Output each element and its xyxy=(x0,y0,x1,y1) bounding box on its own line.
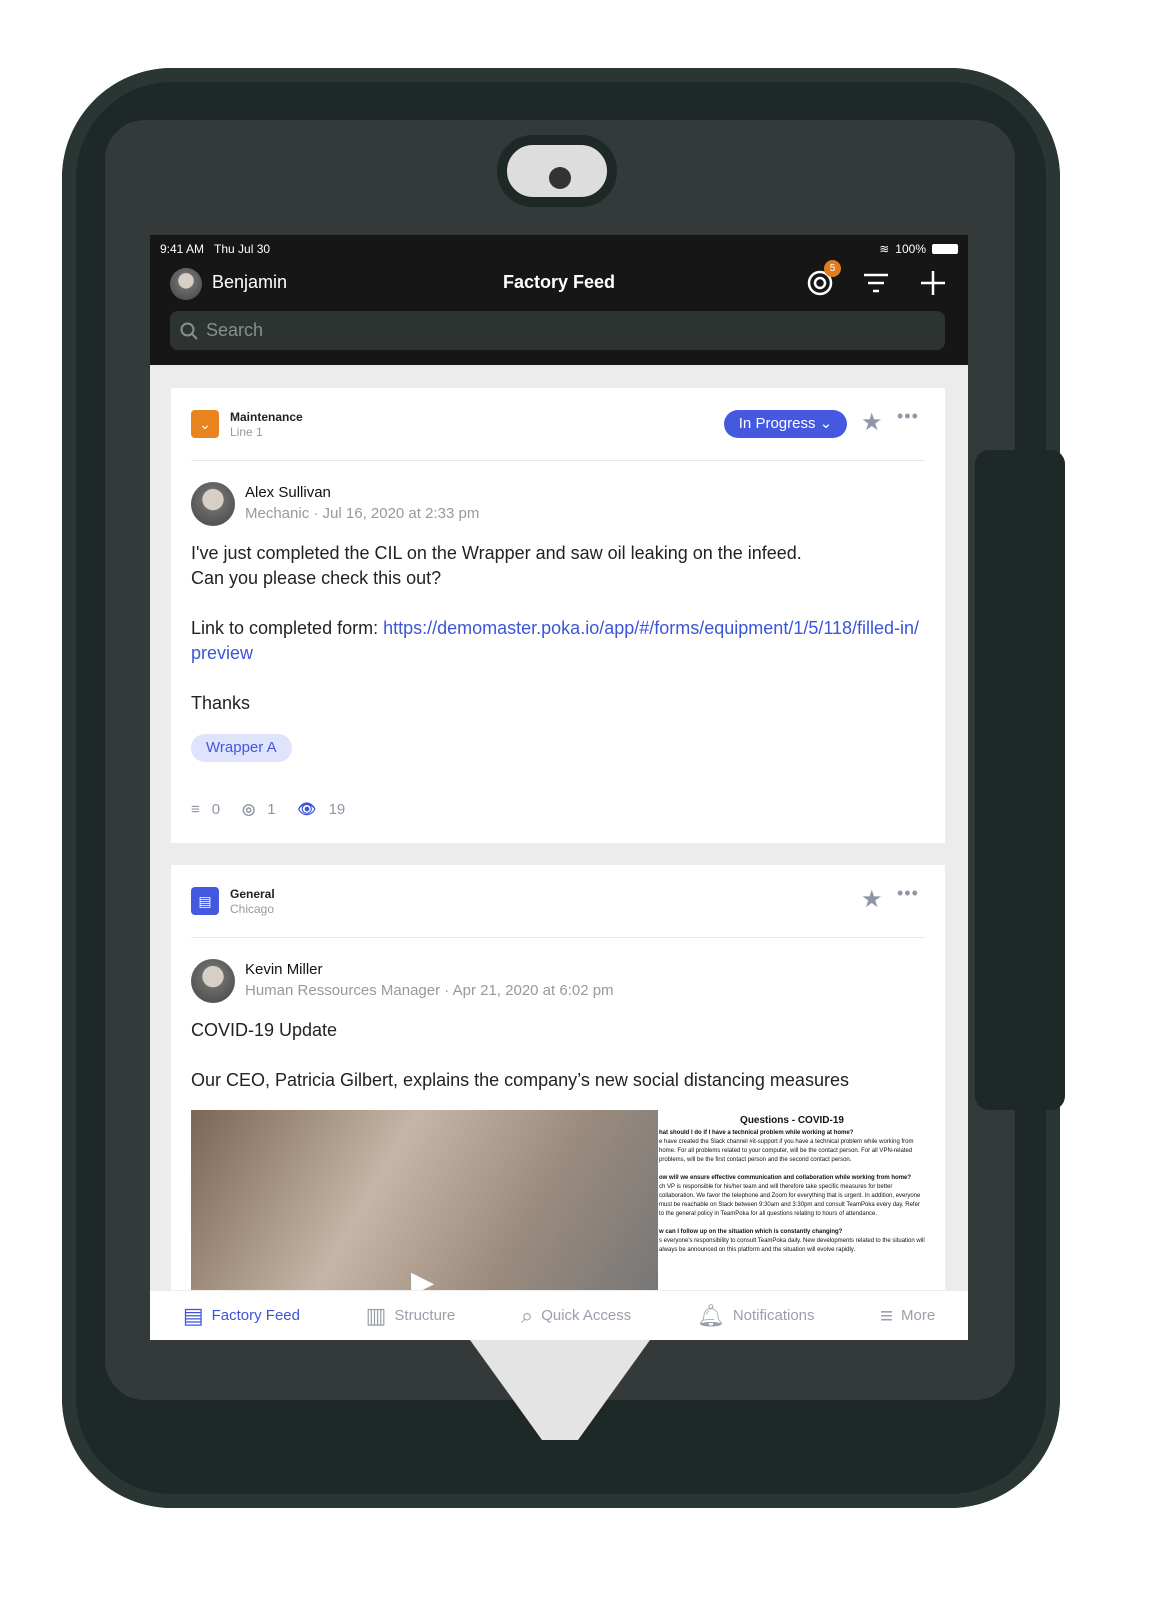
post-line: I've just completed the CIL on the Wrapp… xyxy=(191,543,802,563)
mentions-stat[interactable]: ◎ 1 xyxy=(242,800,276,819)
status-bar: 9:41 AM Thu Jul 30 ≋ 100% xyxy=(150,235,968,262)
status-time: 9:41 AM xyxy=(160,241,205,256)
tab-structure[interactable]: ▥ Structure xyxy=(366,1303,456,1329)
post-card: ⌄ Maintenance Line 1 In Progress ⌄ ★ •••… xyxy=(171,388,945,843)
tab-label: More xyxy=(900,1307,936,1324)
battery-percent: 100% xyxy=(895,241,926,256)
filter-icon[interactable] xyxy=(863,272,889,294)
more-options-icon[interactable]: ••• xyxy=(897,406,919,427)
eye-icon: 👁 xyxy=(297,801,317,818)
author-avatar[interactable] xyxy=(191,959,235,1003)
wifi-icon: ≋ xyxy=(879,241,890,256)
post-body: I've just completed the CIL on the Wrapp… xyxy=(191,541,925,716)
mentions-count: 1 xyxy=(267,800,276,818)
star-icon[interactable]: ★ xyxy=(861,408,883,437)
divider xyxy=(191,460,925,461)
status-label: In Progress xyxy=(738,415,816,432)
divider xyxy=(191,937,925,938)
nav-bar: Benjamin Factory Feed 5 Search xyxy=(150,260,968,365)
doc-answer: s everyone's responsibility to consult T… xyxy=(659,1238,925,1253)
maintenance-category-icon: ⌄ xyxy=(191,410,219,438)
post-subcategory: Line 1 xyxy=(230,425,263,439)
chevron-down-icon: ⌄ xyxy=(819,415,833,432)
equipment-tag[interactable]: Wrapper A xyxy=(191,734,292,762)
tab-label: Notifications xyxy=(732,1307,815,1324)
post-signoff: Thanks xyxy=(191,693,251,713)
battery-icon xyxy=(932,243,958,254)
author-role: Mechanic xyxy=(245,505,310,522)
post-body: COVID-19 Update Our CEO, Patricia Gilber… xyxy=(191,1018,925,1093)
comments-stat[interactable]: ≡ 0 xyxy=(191,801,220,818)
status-dropdown[interactable]: In Progress ⌄ xyxy=(724,410,847,438)
general-category-icon: ▤ xyxy=(191,887,219,915)
doc-question: hat should I do if I have a technical pr… xyxy=(659,1130,854,1136)
notification-badge: 5 xyxy=(824,260,841,277)
tab-notifications[interactable]: 🔔︎ Notifications xyxy=(697,1303,815,1329)
post-card: ▤ General Chicago ★ ••• Kevin Miller Hum… xyxy=(171,865,945,1340)
search-input[interactable]: Search xyxy=(170,311,945,350)
author-role: Human Ressources Manager xyxy=(245,982,441,999)
tab-more[interactable]: ≡ More xyxy=(880,1303,935,1329)
case-side-grip xyxy=(975,450,1065,1110)
post-subcategory: Chicago xyxy=(230,902,275,916)
tab-label: Quick Access xyxy=(541,1307,632,1324)
page-title: Factory Feed xyxy=(502,272,616,292)
screen: 9:41 AM Thu Jul 30 ≋ 100% Benjamin Factor… xyxy=(150,235,968,1340)
post-line: Can you please check this out? xyxy=(191,568,442,588)
doc-question: ow will we ensure effective communicatio… xyxy=(659,1175,912,1181)
status-date: Thu Jul 30 xyxy=(214,241,271,256)
tab-quick-access[interactable]: ⌕ Quick Access xyxy=(521,1303,631,1329)
comments-icon: ≡ xyxy=(191,800,200,818)
comments-count: 0 xyxy=(211,800,221,818)
play-icon: ▶ xyxy=(411,1266,435,1290)
document-preview[interactable]: Questions - COVID-19 hat should I do if … xyxy=(659,1110,925,1290)
search-icon xyxy=(180,322,198,340)
link-prefix: Link to completed form: xyxy=(191,618,384,638)
post-text: Our CEO, Patricia Gilbert, explains the … xyxy=(191,1070,849,1090)
star-icon[interactable]: ★ xyxy=(861,885,883,914)
doc-answer: e have created the Slack channel #it-sup… xyxy=(659,1139,914,1163)
views-count: 19 xyxy=(328,800,346,818)
feed-icon: ▤ xyxy=(182,1302,204,1328)
tab-label: Structure xyxy=(394,1307,456,1324)
tab-factory-feed[interactable]: ▤ Factory Feed xyxy=(183,1303,300,1329)
scan-icon: ⌕ xyxy=(520,1302,534,1328)
author-name[interactable]: Kevin Miller xyxy=(245,961,323,978)
tab-bar: ▤ Factory Feed ▥ Structure ⌕ Quick Access 🔔… xyxy=(150,1290,968,1340)
factory-icon: ▥ xyxy=(365,1302,387,1328)
post-title: COVID-19 Update xyxy=(191,1020,338,1040)
doc-title: Questions - COVID-19 xyxy=(740,1115,844,1126)
post-category: General xyxy=(230,887,275,901)
author-avatar[interactable] xyxy=(191,482,235,526)
views-stat[interactable]: 👁 19 xyxy=(297,800,346,819)
tab-label: Factory Feed xyxy=(211,1307,300,1324)
add-icon[interactable] xyxy=(920,270,946,296)
doc-answer: ch VP is responsible for his/her team an… xyxy=(659,1184,921,1217)
target-icon: ◎ xyxy=(242,801,256,818)
search-placeholder: Search xyxy=(206,320,264,340)
video-thumbnail[interactable]: ▶ xyxy=(191,1110,658,1290)
post-category: Maintenance xyxy=(230,410,303,424)
menu-icon: ≡ xyxy=(880,1302,893,1328)
author-name[interactable]: Alex Sullivan xyxy=(245,484,331,501)
post-date: · Jul 16, 2020 at 2:33 pm xyxy=(313,505,480,522)
post-stats: ≡ 0 ◎ 1 👁 19 xyxy=(191,800,346,819)
more-options-icon[interactable]: ••• xyxy=(897,883,919,904)
post-date: · Apr 21, 2020 at 6:02 pm xyxy=(444,982,614,999)
doc-question: w can I follow up on the situation which… xyxy=(659,1229,843,1235)
camera-icon xyxy=(497,135,617,207)
bell-icon: 🔔︎ xyxy=(696,1302,725,1328)
